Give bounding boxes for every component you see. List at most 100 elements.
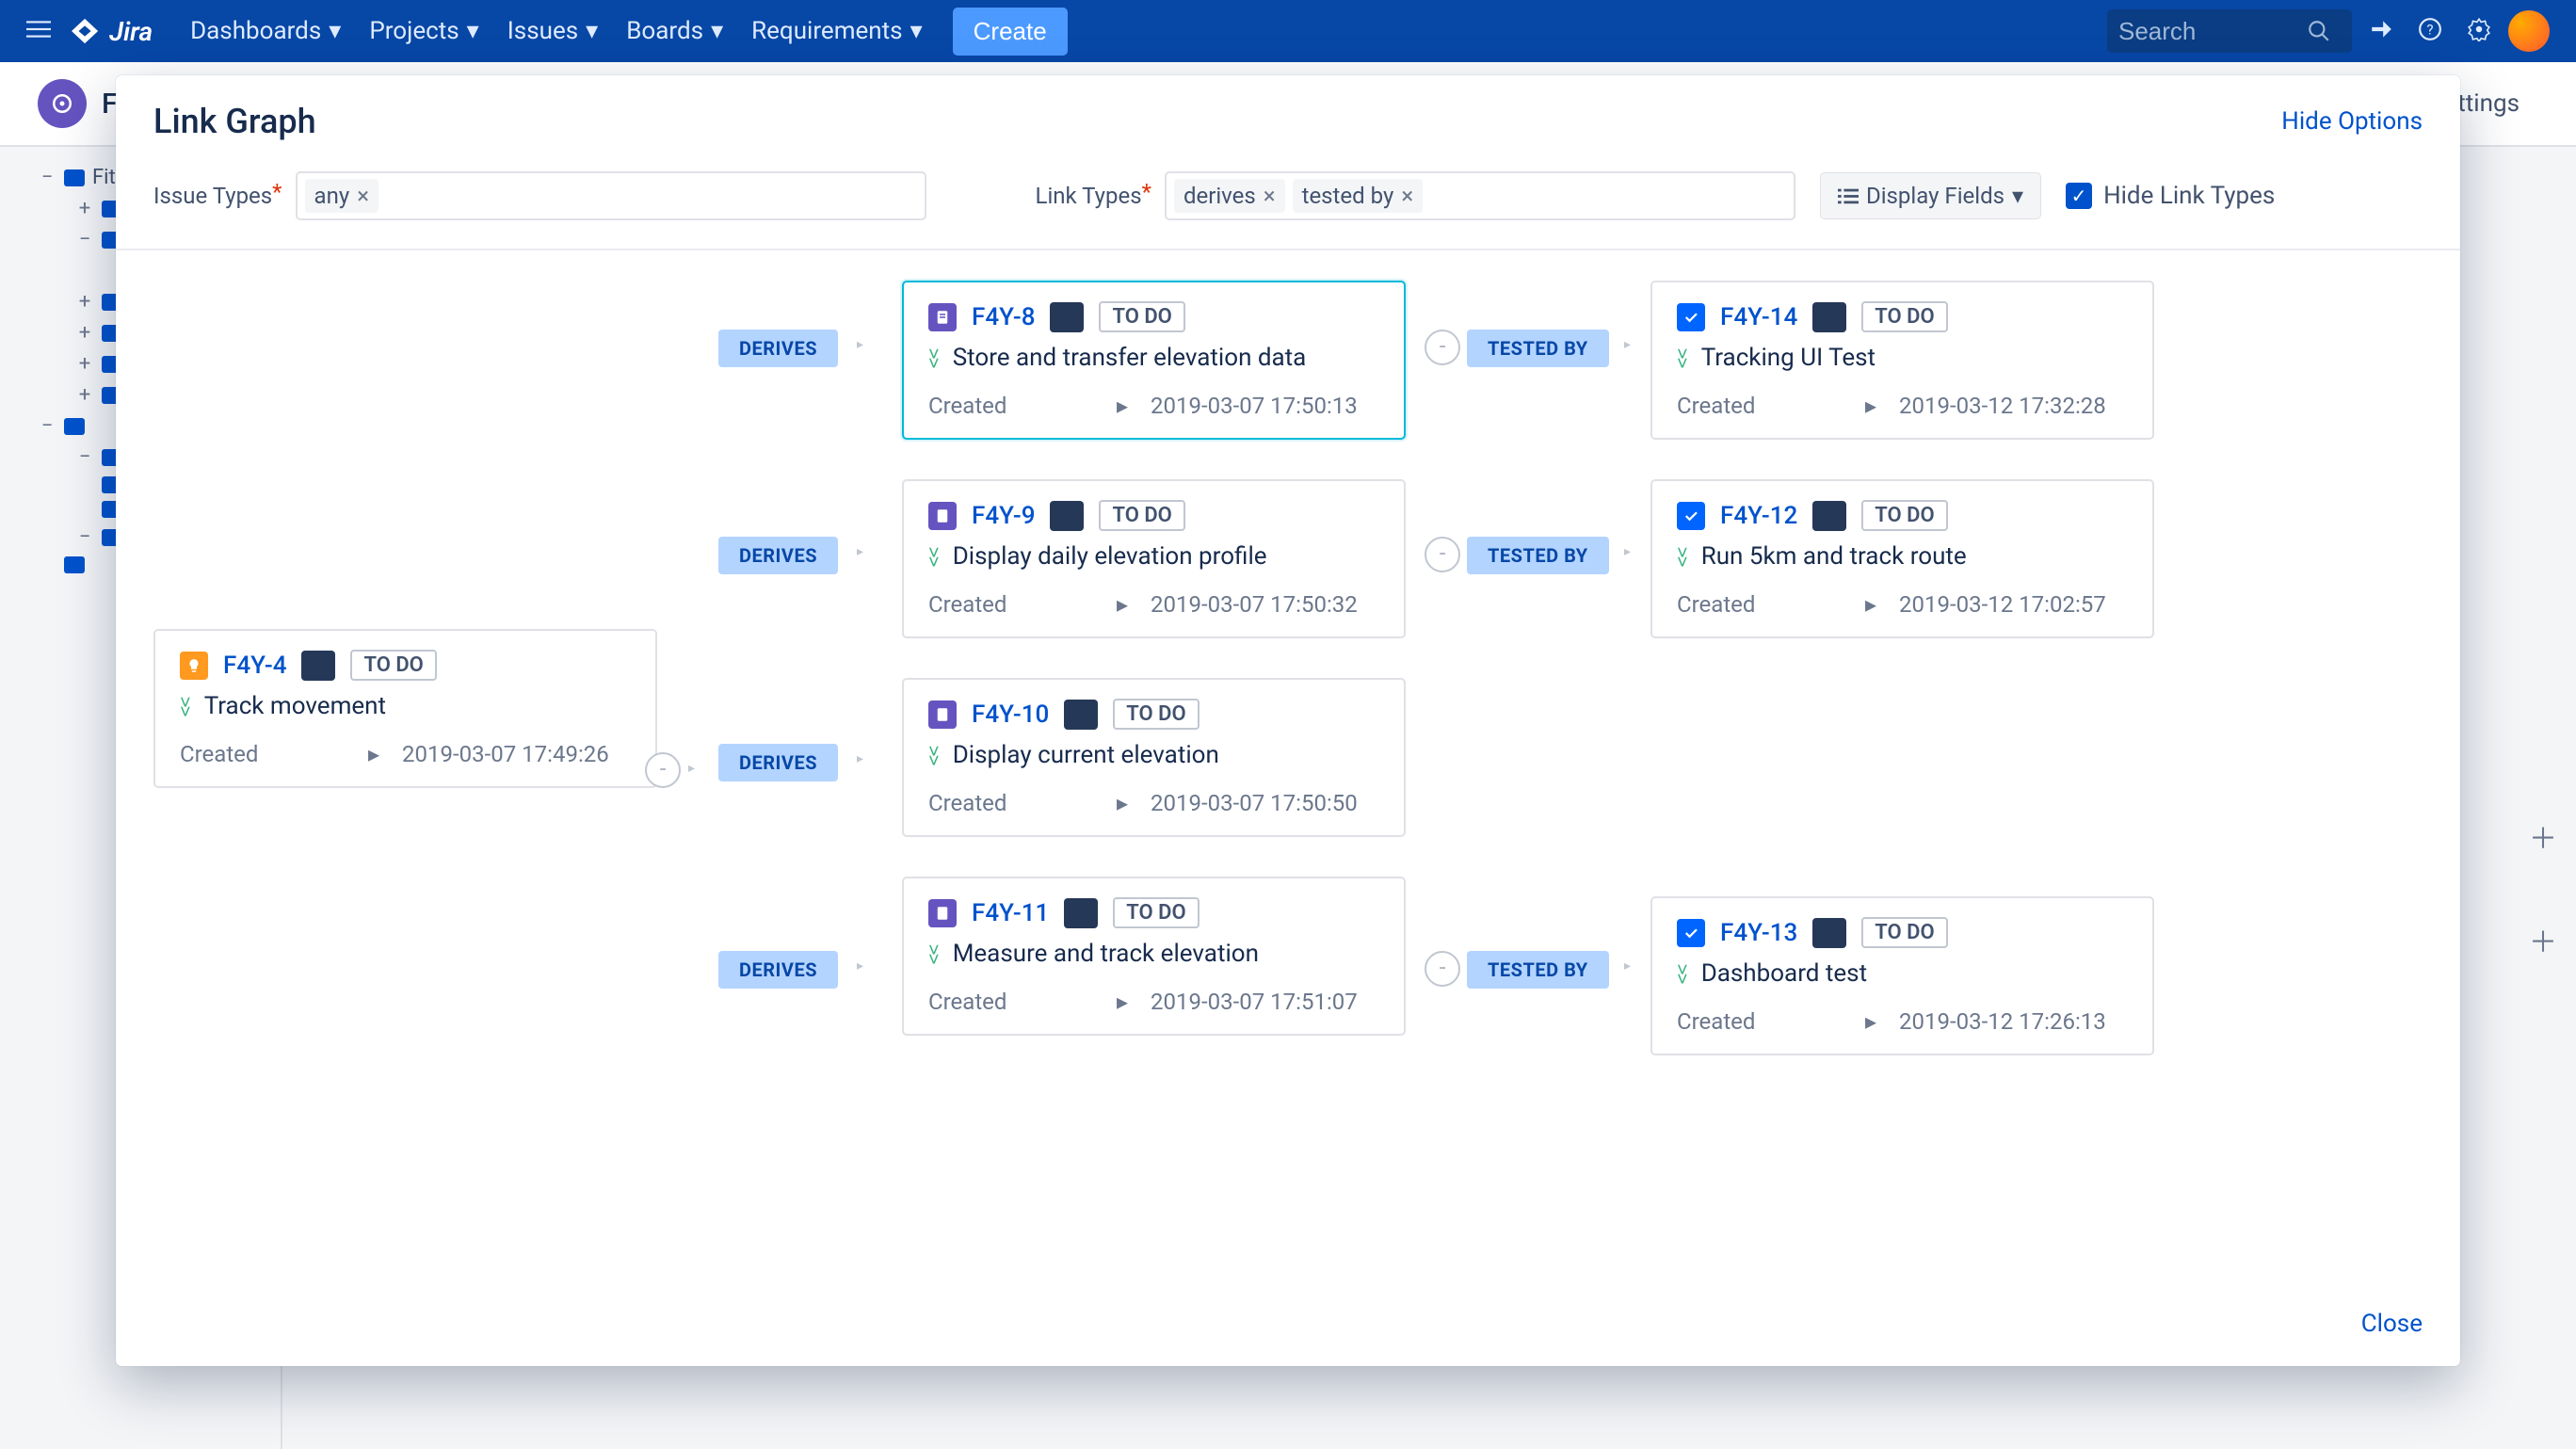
meta-label: Created xyxy=(1677,1008,1865,1035)
meta-label: Created xyxy=(928,591,1117,618)
priority-icon: ˅˅ xyxy=(928,741,940,765)
caret-icon: ▸ xyxy=(1865,591,1876,618)
status-badge: TO DO xyxy=(350,650,436,681)
folder-chip-icon xyxy=(1812,918,1846,948)
hide-link-types-checkbox[interactable]: ✓ Hide Link Types xyxy=(2066,182,2275,210)
status-badge: TO DO xyxy=(1861,301,1947,332)
caret-icon: ▸ xyxy=(1117,591,1128,618)
folder-chip-icon xyxy=(1050,302,1084,332)
issue-card[interactable]: F4Y-10 TO DO ˅˅ Display current elevatio… xyxy=(902,678,1406,837)
meta-label: Created xyxy=(1677,591,1865,618)
display-fields-dropdown[interactable]: Display Fields▾ xyxy=(1820,172,2041,219)
filter-issue-types[interactable]: any× xyxy=(296,171,926,220)
priority-icon: ˅˅ xyxy=(180,692,191,716)
issue-key[interactable]: F4Y-8 xyxy=(972,303,1035,331)
link-derives: DERIVES xyxy=(718,951,838,989)
issue-key[interactable]: F4Y-13 xyxy=(1720,919,1797,947)
priority-icon: ˅˅ xyxy=(928,344,940,368)
issue-summary: Measure and track elevation xyxy=(953,940,1259,968)
issue-card[interactable]: F4Y-11 TO DO ˅˅ Measure and track elevat… xyxy=(902,877,1406,1036)
folder-chip-icon xyxy=(301,651,335,681)
issue-type-icon xyxy=(1677,919,1705,947)
filter-issue-types-label: Issue Types* xyxy=(153,183,282,209)
remove-tag-icon[interactable]: × xyxy=(357,183,369,209)
issue-key[interactable]: F4Y-4 xyxy=(223,652,286,680)
filter-link-types[interactable]: derives× tested by× xyxy=(1165,171,1795,220)
collapse-node[interactable]: − xyxy=(645,752,681,788)
filter-tag[interactable]: tested by× xyxy=(1293,179,1424,213)
issue-type-icon xyxy=(180,652,208,680)
hide-options-link[interactable]: Hide Options xyxy=(2281,107,2423,136)
close-button[interactable]: Close xyxy=(2361,1310,2423,1338)
issue-card[interactable]: F4Y-4 TO DO ˅˅ Track movement Created ▸ … xyxy=(153,629,657,788)
issue-type-icon xyxy=(928,502,957,530)
issue-type-icon xyxy=(1677,303,1705,331)
collapse-node[interactable]: − xyxy=(1425,951,1460,987)
meta-value: 2019-03-07 17:50:13 xyxy=(1151,393,1358,419)
graph-canvas: F4Y-4 TO DO ˅˅ Track movement Created ▸ … xyxy=(116,250,2460,1286)
issue-summary: Dashboard test xyxy=(1701,959,1867,988)
folder-chip-icon xyxy=(1050,501,1084,531)
status-badge: TO DO xyxy=(1099,500,1184,531)
issue-summary: Store and transfer elevation data xyxy=(953,344,1307,372)
link-graph-modal: Link Graph Hide Options Issue Types* any… xyxy=(116,75,2460,1366)
issue-card[interactable]: F4Y-8 TO DO ˅˅ Store and transfer elevat… xyxy=(902,281,1406,440)
list-icon xyxy=(1838,185,1859,206)
issue-card[interactable]: F4Y-9 TO DO ˅˅ Display daily elevation p… xyxy=(902,479,1406,638)
modal-title: Link Graph xyxy=(153,102,316,141)
remove-tag-icon[interactable]: × xyxy=(1401,183,1413,209)
issue-key[interactable]: F4Y-11 xyxy=(972,899,1049,927)
meta-value: 2019-03-12 17:02:57 xyxy=(1899,591,2106,618)
issue-key[interactable]: F4Y-12 xyxy=(1720,502,1797,530)
issue-card[interactable]: F4Y-14 TO DO ˅˅ Tracking UI Test Created… xyxy=(1650,281,2154,440)
issue-card[interactable]: F4Y-12 TO DO ˅˅ Run 5km and track route … xyxy=(1650,479,2154,638)
link-derives: DERIVES xyxy=(718,537,838,574)
issue-key[interactable]: F4Y-10 xyxy=(972,700,1049,729)
issue-key[interactable]: F4Y-9 xyxy=(972,502,1035,530)
status-badge: TO DO xyxy=(1861,500,1947,531)
folder-chip-icon xyxy=(1064,898,1098,928)
meta-label: Created xyxy=(928,393,1117,419)
filter-tag[interactable]: derives× xyxy=(1174,179,1285,213)
filter-link-types-label: Link Types* xyxy=(1036,183,1151,209)
issue-key[interactable]: F4Y-14 xyxy=(1720,303,1797,331)
meta-value: 2019-03-07 17:49:26 xyxy=(402,741,609,767)
link-derives: DERIVES xyxy=(718,330,838,367)
issue-card[interactable]: F4Y-13 TO DO ˅˅ Dashboard test Created ▸… xyxy=(1650,896,2154,1055)
issue-summary: Display daily elevation profile xyxy=(953,542,1267,571)
meta-value: 2019-03-07 17:50:50 xyxy=(1151,790,1358,816)
issue-summary: Display current elevation xyxy=(953,741,1219,769)
caret-icon: ▸ xyxy=(1117,393,1128,419)
priority-icon: ˅˅ xyxy=(1677,959,1688,984)
priority-icon: ˅˅ xyxy=(928,542,940,567)
checkbox-icon: ✓ xyxy=(2066,183,2092,209)
issue-summary: Run 5km and track route xyxy=(1701,542,1967,571)
issue-type-icon xyxy=(928,899,957,927)
card-spacer xyxy=(1650,678,2154,857)
modal-overlay: Link Graph Hide Options Issue Types* any… xyxy=(0,0,2576,1449)
meta-value: 2019-03-07 17:50:32 xyxy=(1151,591,1358,618)
issue-type-icon xyxy=(928,700,957,729)
issue-summary: Tracking UI Test xyxy=(1701,344,1876,372)
collapse-node[interactable]: − xyxy=(1425,537,1460,572)
filter-tag[interactable]: any× xyxy=(305,179,378,213)
meta-value: 2019-03-12 17:26:13 xyxy=(1899,1008,2106,1035)
meta-label: Created xyxy=(928,989,1117,1015)
meta-label: Created xyxy=(1677,393,1865,419)
collapse-node[interactable]: − xyxy=(1425,330,1460,365)
status-badge: TO DO xyxy=(1861,917,1947,948)
filters-bar: Issue Types* any× Link Types* derives× t… xyxy=(116,160,2460,250)
folder-chip-icon xyxy=(1812,501,1846,531)
issue-summary: Track movement xyxy=(204,692,386,720)
status-badge: TO DO xyxy=(1113,699,1199,730)
remove-tag-icon[interactable]: × xyxy=(1264,183,1276,209)
caret-icon: ▸ xyxy=(1865,1008,1876,1035)
link-tested-by: TESTED BY xyxy=(1467,951,1609,989)
link-tested-by: TESTED BY xyxy=(1467,330,1609,367)
meta-value: 2019-03-07 17:51:07 xyxy=(1151,989,1358,1015)
issue-type-icon xyxy=(928,303,957,331)
status-badge: TO DO xyxy=(1113,897,1199,928)
meta-label: Created xyxy=(180,741,368,767)
issue-type-icon xyxy=(1677,502,1705,530)
folder-chip-icon xyxy=(1064,700,1098,730)
